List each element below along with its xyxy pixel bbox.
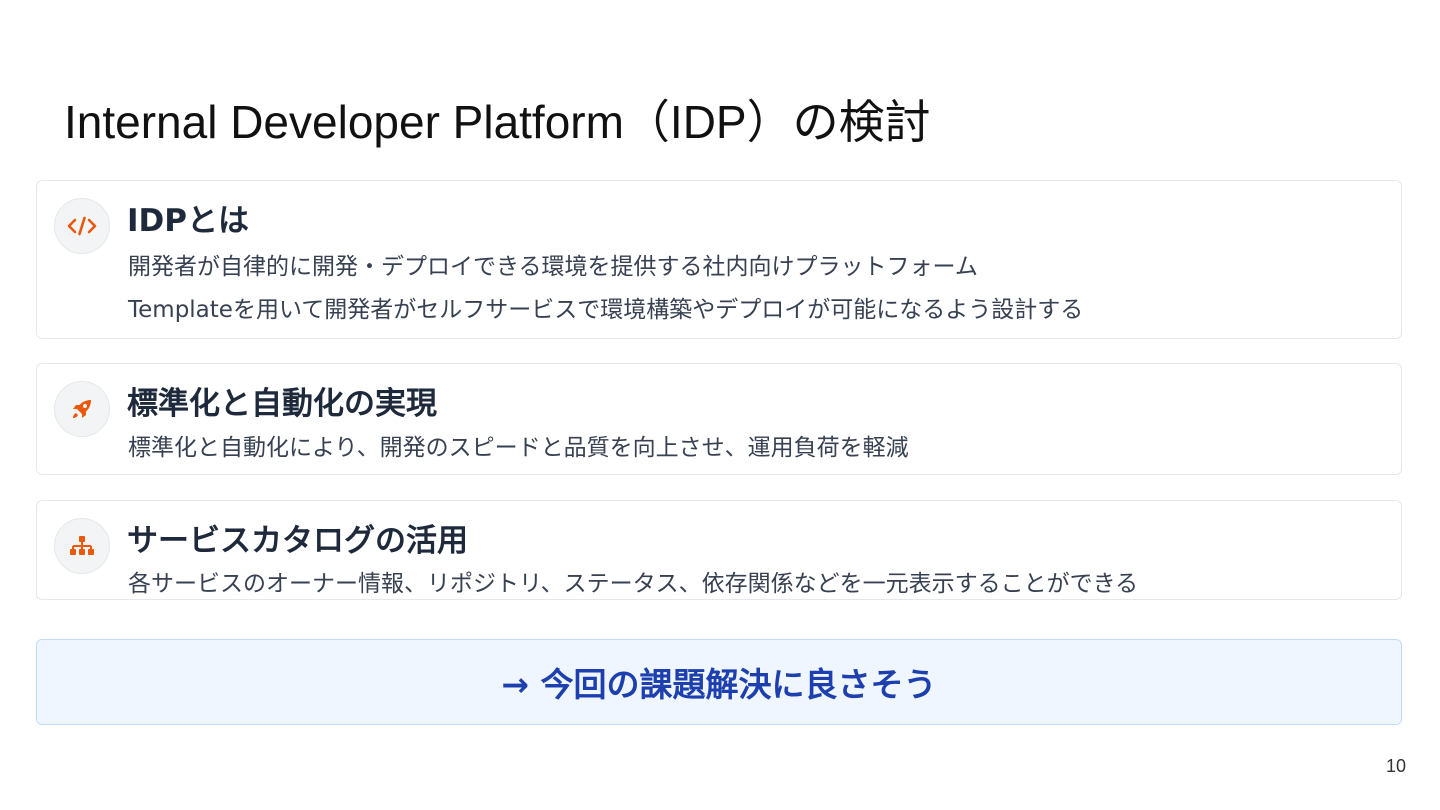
conclusion-banner: → 今回の課題解決に良さそう [36,639,1402,725]
card-heading: 標準化と自動化の実現 [127,386,437,422]
slide-title: Internal Developer Platform（IDP）の検討 [64,96,931,148]
rocket-icon [54,381,110,437]
sitemap-icon [54,518,110,574]
card-idp-definition: IDPとは 開発者が自律的に開発・デプロイできる環境を提供する社内向けプラットフ… [36,180,1402,339]
card-heading: サービスカタログの活用 [127,523,468,559]
card-standardization: 標準化と自動化の実現 標準化と自動化により、開発のスピードと品質を向上させ、運用… [36,363,1402,475]
card-heading: IDPとは [127,203,249,239]
code-icon [54,198,110,254]
page-number: 10 [1385,756,1406,776]
card-description: 各サービスのオーナー情報、リポジトリ、ステータス、依存関係などを一元表示すること… [128,571,1139,597]
card-description: Templateを用いて開発者がセルフサービスで環境構築やデプロイが可能になるよ… [128,297,1084,323]
card-description: 標準化と自動化により、開発のスピードと品質を向上させ、運用負荷を軽減 [128,435,909,461]
card-description: 開発者が自律的に開発・デプロイできる環境を提供する社内向けプラットフォーム [128,254,978,280]
card-service-catalog: サービスカタログの活用 各サービスのオーナー情報、リポジトリ、ステータス、依存関… [36,500,1402,600]
